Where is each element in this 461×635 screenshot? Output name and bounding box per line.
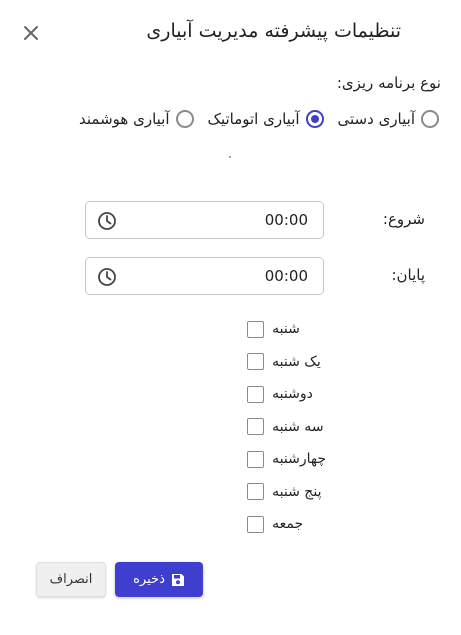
dialog-title: تنظیمات پیشرفته مدیریت آبیاری xyxy=(146,20,401,42)
day-thursday-label: پنج شنبه xyxy=(272,483,322,500)
radio-smart[interactable]: آبیاری هوشمند xyxy=(79,110,194,128)
save-button-label: ذخیره xyxy=(133,572,165,587)
clock-icon[interactable] xyxy=(97,211,117,231)
end-time-input[interactable]: 00:00 xyxy=(85,257,324,295)
day-monday-label: دوشنبه xyxy=(272,386,313,403)
day-monday[interactable]: دوشنبه xyxy=(247,378,326,411)
close-icon[interactable] xyxy=(20,22,42,44)
day-thursday[interactable]: پنج شنبه xyxy=(247,476,326,509)
start-time-input[interactable]: 00:00 xyxy=(85,201,324,239)
divider-dot xyxy=(229,156,231,158)
weekday-checkbox-list: شنبه یک شنبه دوشنبه سه شنبه چهارشنبه پنج… xyxy=(247,313,326,541)
radio-automatic-label: آبیاری اتوماتیک xyxy=(207,110,300,128)
checkbox-thursday[interactable] xyxy=(247,483,265,501)
start-time-value: 00:00 xyxy=(264,211,308,229)
clock-icon[interactable] xyxy=(97,267,117,287)
day-sunday-label: یک شنبه xyxy=(272,353,321,370)
irrigation-settings-dialog: تنظیمات پیشرفته مدیریت آبیاری نوع برنامه… xyxy=(0,0,461,635)
floppy-disk-icon xyxy=(171,573,184,586)
day-wednesday-label: چهارشنبه xyxy=(272,451,326,468)
day-tuesday[interactable]: سه شنبه xyxy=(247,411,326,444)
radio-smart-circle[interactable] xyxy=(175,110,194,128)
cancel-button-label: انصراف xyxy=(49,572,93,587)
radio-manual-label: آبیاری دستی xyxy=(337,110,415,128)
day-friday[interactable]: جمعه xyxy=(247,508,326,541)
checkbox-tuesday[interactable] xyxy=(247,418,265,436)
schedule-type-radio-group: آبیاری دستی آبیاری اتوماتیک آبیاری هوشمن… xyxy=(79,110,439,128)
day-tuesday-label: سه شنبه xyxy=(272,418,324,435)
radio-automatic[interactable]: آبیاری اتوماتیک xyxy=(208,110,324,128)
radio-automatic-circle[interactable] xyxy=(305,110,324,128)
save-button[interactable]: ذخیره xyxy=(115,562,203,597)
checkbox-sunday[interactable] xyxy=(247,353,265,371)
cancel-button[interactable]: انصراف xyxy=(36,562,106,597)
radio-manual-circle[interactable] xyxy=(421,110,439,128)
checkbox-saturday[interactable] xyxy=(247,320,265,338)
day-wednesday[interactable]: چهارشنبه xyxy=(247,443,326,476)
radio-manual[interactable]: آبیاری دستی xyxy=(338,110,439,128)
checkbox-monday[interactable] xyxy=(247,385,265,403)
end-time-label: پایان: xyxy=(391,266,425,284)
day-sunday[interactable]: یک شنبه xyxy=(247,346,326,379)
end-time-value: 00:00 xyxy=(264,267,308,285)
day-saturday[interactable]: شنبه xyxy=(247,313,326,346)
day-saturday-label: شنبه xyxy=(272,321,300,338)
checkbox-friday[interactable] xyxy=(247,515,265,533)
schedule-type-label: نوع برنامه ریزی: xyxy=(336,74,441,92)
radio-smart-label: آبیاری هوشمند xyxy=(79,110,170,128)
start-time-label: شروع: xyxy=(382,210,425,228)
day-friday-label: جمعه xyxy=(272,516,304,533)
checkbox-wednesday[interactable] xyxy=(247,450,265,468)
